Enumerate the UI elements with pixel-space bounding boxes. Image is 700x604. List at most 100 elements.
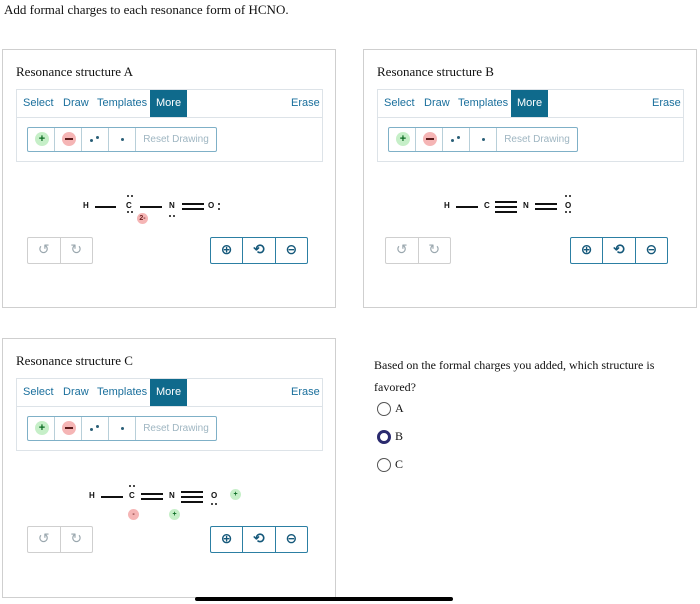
atom-n[interactable]: N [169,201,175,210]
double-bond[interactable] [182,208,204,210]
add-radical-button[interactable] [470,128,497,151]
draw-tool[interactable]: Draw [63,97,89,109]
more-tab[interactable]: More [150,90,188,117]
draw-tool[interactable]: Draw [424,97,450,109]
triple-bond[interactable] [495,206,517,208]
atom-o[interactable]: O [208,201,214,210]
add-lone-pair-button[interactable] [82,128,109,151]
select-tool[interactable]: Select [23,97,54,109]
select-tool[interactable]: Select [384,97,415,109]
zoom-out-icon[interactable]: ⊖ [274,527,307,552]
plus-icon: + [396,132,410,146]
atom-h[interactable]: H [89,491,95,500]
add-positive-charge-button[interactable]: + [28,417,55,440]
add-lone-pair-button[interactable] [82,417,109,440]
lone-pair [129,485,131,487]
atom-c[interactable]: C [126,201,132,210]
undo-icon[interactable]: ↺ [28,527,60,552]
zoom-reset-icon[interactable]: ⟲ [242,527,274,552]
erase-button[interactable]: Erase [652,97,681,109]
radical-icon [121,427,124,430]
erase-button[interactable]: Erase [291,97,320,109]
option-label: C [395,457,404,471]
add-positive-charge-button[interactable]: + [28,128,55,151]
triple-bond[interactable] [495,201,517,203]
zoom-out-icon[interactable]: ⊖ [634,238,667,263]
zoom-reset-icon[interactable]: ⟲ [242,238,274,263]
templates-tool[interactable]: Templates [97,97,147,109]
double-bond[interactable] [535,208,557,210]
add-radical-button[interactable] [109,128,136,151]
plus-icon: + [35,132,49,146]
single-bond[interactable] [95,206,116,208]
atom-n[interactable]: N [169,491,175,500]
zoom-in-icon[interactable]: ⊕ [211,238,242,263]
molecule-drawing: H C - N + O + [89,485,259,525]
minus-icon [62,132,76,146]
atom-h[interactable]: H [83,201,89,210]
zoom-in-icon[interactable]: ⊕ [571,238,602,263]
add-radical-button[interactable] [109,417,136,440]
triple-bond[interactable] [495,211,517,213]
add-positive-charge-button[interactable]: + [389,128,416,151]
lone-pair [127,195,129,197]
atom-n[interactable]: N [523,201,529,210]
radical-icon [482,138,485,141]
more-tab[interactable]: More [511,90,549,117]
undo-redo-group: ↺ ↻ [27,237,93,264]
editor-toolbar: Select Draw Templates More Erase [16,89,323,118]
draw-tool[interactable]: Draw [63,386,89,398]
erase-button[interactable]: Erase [291,386,320,398]
negative-charge-badge[interactable]: 2- [137,213,148,224]
select-tool[interactable]: Select [23,386,54,398]
atom-o[interactable]: O [211,491,217,500]
double-bond[interactable] [535,203,557,205]
option-b[interactable]: B [377,429,403,445]
home-indicator [195,597,453,601]
single-bond[interactable] [456,206,478,208]
undo-icon[interactable]: ↺ [386,238,418,263]
atom-h[interactable]: H [444,201,450,210]
add-negative-charge-button[interactable] [55,417,82,440]
undo-icon[interactable]: ↺ [28,238,60,263]
double-bond[interactable] [141,498,163,500]
lone-pair [569,195,571,197]
double-bond[interactable] [141,493,163,495]
templates-tool[interactable]: Templates [97,386,147,398]
add-negative-charge-button[interactable] [55,128,82,151]
more-tab[interactable]: More [150,379,188,406]
add-lone-pair-button[interactable] [443,128,470,151]
option-c[interactable]: C [377,457,404,473]
atom-o[interactable]: O [565,201,571,210]
triple-bond[interactable] [181,491,203,493]
charge-tool-group: + Reset Drawing [27,416,217,441]
positive-charge-badge[interactable]: + [169,509,180,520]
molecule-drawing: H C N O [444,195,604,225]
negative-charge-badge[interactable]: - [128,509,139,520]
radio-c[interactable] [377,458,391,473]
plus-icon: + [35,421,49,435]
atom-c[interactable]: C [129,491,135,500]
triple-bond[interactable] [181,496,203,498]
zoom-reset-icon[interactable]: ⟲ [602,238,634,263]
reset-drawing-button[interactable]: Reset Drawing [136,128,216,151]
option-a[interactable]: A [377,401,404,417]
triple-bond[interactable] [181,501,203,503]
add-negative-charge-button[interactable] [416,128,443,151]
radio-a[interactable] [377,402,391,417]
reset-drawing-button[interactable]: Reset Drawing [497,128,577,151]
templates-tool[interactable]: Templates [458,97,508,109]
zoom-in-icon[interactable]: ⊕ [211,527,242,552]
single-bond[interactable] [101,496,123,498]
positive-charge-badge[interactable]: + [230,489,241,500]
reset-drawing-button[interactable]: Reset Drawing [136,417,216,440]
zoom-out-icon[interactable]: ⊖ [274,238,307,263]
radio-b-selected[interactable] [377,430,391,445]
atom-c[interactable]: C [484,201,490,210]
double-bond[interactable] [182,203,204,205]
redo-icon[interactable]: ↻ [59,527,93,552]
charge-tool-group: + Reset Drawing [388,127,578,152]
redo-icon[interactable]: ↻ [59,238,93,263]
redo-icon[interactable]: ↻ [417,238,451,263]
single-bond[interactable] [140,206,162,208]
